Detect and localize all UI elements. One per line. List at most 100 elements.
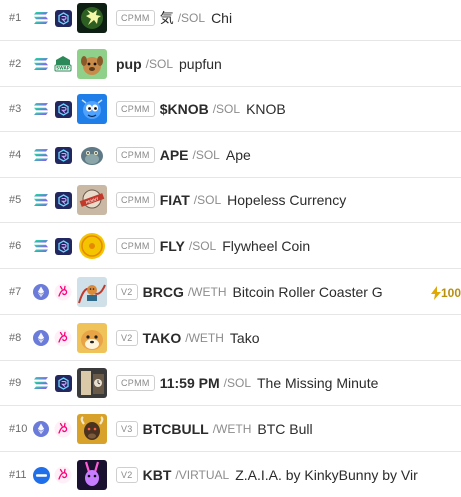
pool-type-badge: CPMM [116,238,155,254]
uniswap-icon [54,466,72,484]
pair-row[interactable]: #11 V2 KBT/VIRTUAL Z.A.I.A. by KinkyBunny b… [0,453,461,497]
token-avatar [77,414,107,444]
quote-pair: /SOL [145,57,174,71]
rank-label: #3 [9,103,22,115]
token-avatar [77,231,107,261]
pool-type-badge: CPMM [116,101,155,117]
token-symbol: APE [159,147,189,163]
token-symbol: FLY [159,238,185,254]
pair-row[interactable]: #10 V3 BTCBULL/WETH BTC Bull [0,407,461,452]
solana-icon [32,191,50,209]
pair-row[interactable]: #5 PENNY CPMM FIAT/SOL Hopeless Currency [0,178,461,223]
token-name: Hopeless Currency [227,192,347,208]
token-avatar [77,140,107,170]
token-symbol: BTCBULL [142,421,209,437]
solana-icon [32,100,50,118]
ethereum-icon [32,420,50,438]
pool-type-badge: V3 [116,421,138,437]
raydium-icon [54,237,72,255]
solana-icon [32,9,50,27]
raydium-icon [54,191,72,209]
token-name: Ape [225,147,251,163]
pool-type-badge: V2 [116,284,138,300]
quote-pair: /WETH [212,422,252,436]
rank-label: #4 [9,149,22,161]
ethereum-icon [32,329,50,347]
rank-label: #2 [9,58,22,70]
pool-type-badge: CPMM [116,10,155,26]
pair-row[interactable]: #2 SWAP pup/SOL pupfun [0,42,461,87]
boost-value: 100 [440,286,461,300]
rank-label: #10 [9,423,28,435]
rank-label: #11 [9,469,27,481]
token-name: Flywheel Coin [222,238,311,254]
pair-row[interactable]: #1 CPMM 気/SOL Chi [0,0,461,41]
token-symbol: pup [116,56,142,72]
raydium-icon [54,9,72,27]
raydium-icon [54,146,72,164]
pair-row[interactable]: #9 CPMM 11:59 PM/SOL The Missing Minute [0,361,461,406]
pair-row[interactable]: #3 CPMM $KNOB/SOL KNOB [0,87,461,132]
quote-pair: /WETH [187,285,227,299]
pool-type-badge: V2 [116,330,138,346]
solana-icon [32,237,50,255]
token-name: pupfun [179,56,222,72]
token-name: KNOB [246,101,286,117]
quote-pair: /WETH [185,331,224,345]
lightning-icon [430,286,441,300]
rank-label: #8 [9,332,22,344]
pair-row[interactable]: #4 CPMM APE/SOL Ape [0,133,461,178]
pool-type-badge: CPMM [116,375,155,391]
pair-list: #1 CPMM 気/SOL Chi #2 SWAP pup/SOL pupfun #3 CPMM $… [0,0,461,497]
quote-pair: /SOL [212,102,241,116]
pair-row[interactable]: #6 CPMM FLY/SOL Flywheel Coin [0,224,461,269]
raydium-icon [54,100,72,118]
quote-pair: /SOL [188,239,217,253]
token-avatar [77,94,107,124]
quote-pair: /SOL [177,11,206,25]
rank-label: #7 [9,286,22,298]
quote-pair: /SOL [223,376,251,390]
token-symbol: KBT [142,467,172,483]
token-name: BTC Bull [257,421,313,437]
pool-type-badge: CPMM [116,147,155,163]
token-avatar [77,277,107,307]
quote-pair: /SOL [192,148,220,162]
svg-text:SWAP: SWAP [56,66,70,71]
token-name: Tako [229,330,260,346]
token-name: Chi [211,10,233,26]
quote-pair: /VIRTUAL [175,468,230,482]
solana-icon [32,146,50,164]
uniswap-icon [54,329,72,347]
pool-type-badge: CPMM [116,192,155,208]
solana-icon [32,374,50,392]
token-avatar [77,460,107,490]
token-symbol: 11:59 PM [159,375,220,391]
pool-type-badge: V2 [116,467,138,483]
uniswap-icon [54,283,72,301]
token-avatar [77,49,107,79]
token-symbol: 気 [159,10,174,26]
token-avatar [77,3,107,33]
virtual-protocol-icon [32,466,50,484]
boost-badge: 100 [426,284,461,302]
token-symbol: BRCG [142,284,184,300]
rank-label: #6 [9,240,22,252]
rank-label: #1 [9,12,22,24]
token-name: Bitcoin Roller Coaster G [232,284,383,300]
token-name: The Missing Minute [257,375,379,391]
raydium-icon [54,374,72,392]
pair-row[interactable]: #7 V2 BRCG/WETH Bitcoin Roller Coaster G 100 [0,270,461,315]
token-avatar [77,368,107,398]
token-avatar: PENNY [77,185,107,215]
rank-label: #9 [9,377,22,389]
pair-row[interactable]: #8 V2 TAKO/WETH Tako [0,316,461,361]
token-symbol: TAKO [142,330,182,346]
rank-label: #5 [9,194,22,206]
token-avatar [77,323,107,353]
solana-icon [32,55,50,73]
swap-dex-icon: SWAP [54,55,72,73]
ethereum-icon [32,283,50,301]
quote-pair: /SOL [193,193,222,207]
uniswap-icon [54,420,72,438]
